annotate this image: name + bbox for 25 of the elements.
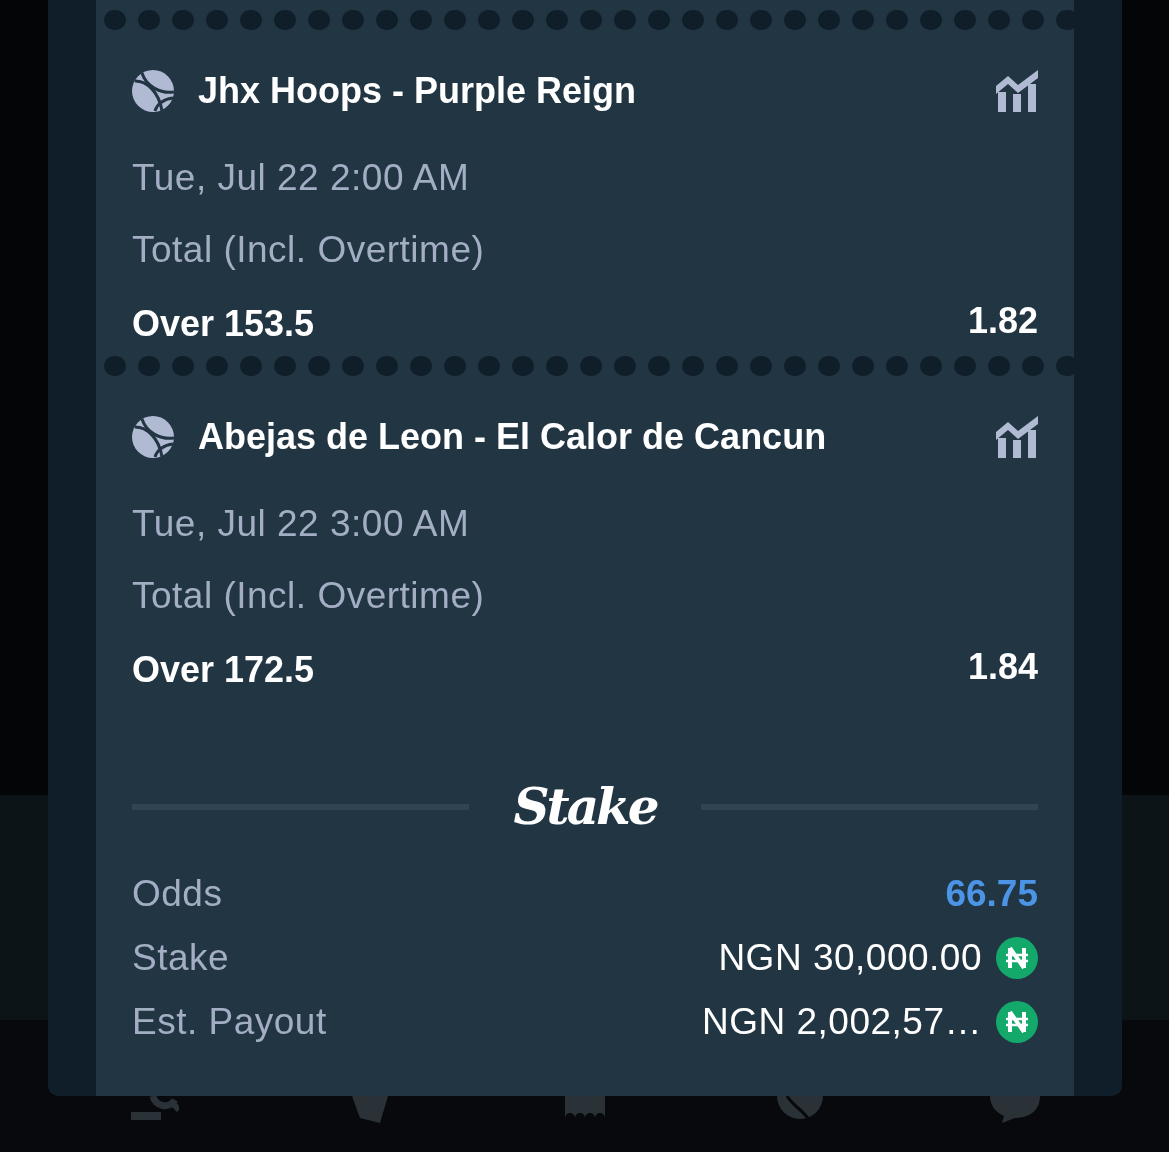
summary-label: Stake: [132, 936, 230, 980]
summary-value: NGN 2,002,57…: [701, 1000, 982, 1044]
market-name: Total (Incl. Overtime): [132, 574, 485, 618]
chat-icon[interactable]: [989, 1096, 1040, 1123]
event-start-time: Tue, Jul 22 3:00 AM: [132, 502, 470, 546]
event-title[interactable]: Jhx Hoops - Purple Reign: [198, 70, 637, 112]
basketball-icon: [132, 70, 174, 112]
naira-currency-icon: [996, 1001, 1038, 1043]
selection-label: Over 153.5: [132, 302, 315, 346]
summary-label: Est. Payout: [132, 1000, 327, 1044]
stats-chart-icon[interactable]: [996, 416, 1038, 458]
naira-currency-icon: [996, 937, 1038, 979]
summary-value: NGN 30,000.00: [718, 936, 982, 980]
selection-odds: 1.84: [967, 645, 1038, 689]
selection-label: Over 172.5: [132, 648, 315, 692]
brand-logo: Stake: [513, 776, 657, 838]
event-start-time: Tue, Jul 22 2:00 AM: [132, 156, 470, 200]
summary-label: Odds: [132, 872, 223, 916]
summary-value: 66.75: [945, 872, 1038, 916]
basketball-icon: [132, 416, 174, 458]
market-name: Total (Incl. Overtime): [132, 228, 485, 272]
search-list-icon[interactable]: [130, 1096, 179, 1123]
selection-odds: 1.82: [967, 299, 1038, 343]
event-title[interactable]: Abejas de Leon - El Calor de Cancun: [198, 416, 827, 458]
stats-chart-icon[interactable]: [996, 70, 1038, 112]
